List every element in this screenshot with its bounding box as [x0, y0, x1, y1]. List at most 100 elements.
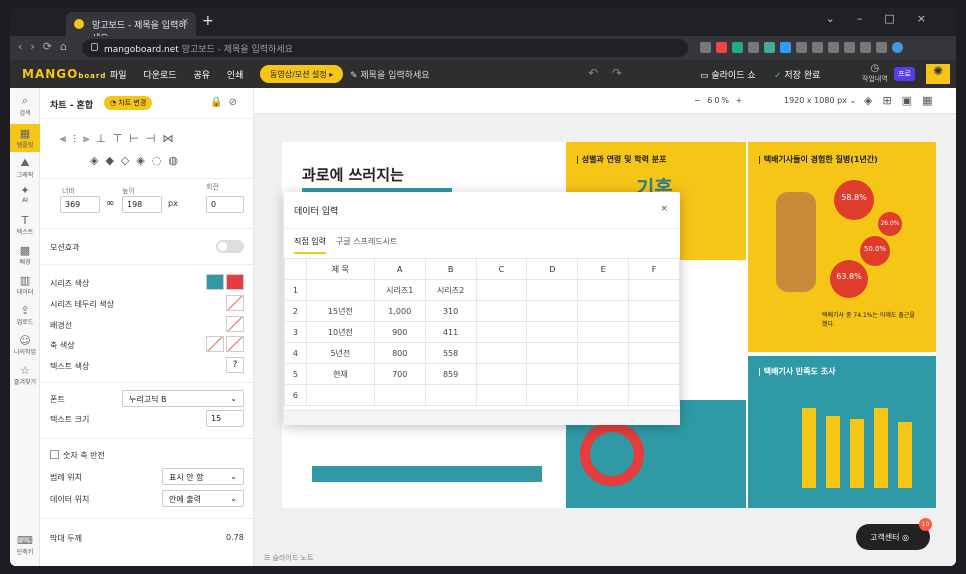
- grid-cell[interactable]: [526, 384, 579, 406]
- background-line-swatch[interactable]: [226, 316, 244, 332]
- grid-cell[interactable]: 411: [424, 321, 477, 343]
- legend-position-select[interactable]: 표시 안 함 ⌄: [162, 468, 244, 485]
- disease-block[interactable]: | 택배기사들이 경험한 질병(1년간) 58.8% 26.0% 50.0% 6…: [748, 142, 936, 352]
- text-color-question[interactable]: ?: [226, 357, 244, 373]
- doc-title-input[interactable]: ✎ 제목을 입력하세요: [350, 68, 430, 81]
- extension-icon[interactable]: [812, 42, 823, 53]
- canvas-size-select[interactable]: 1920 x 1080 px ⌄: [784, 96, 856, 105]
- grid-cell[interactable]: [475, 321, 528, 343]
- menu-share[interactable]: 공유: [193, 71, 210, 81]
- link-icon[interactable]: ∞: [106, 198, 114, 209]
- grid-cell[interactable]: [628, 300, 680, 322]
- grid-cell[interactable]: 15년전: [305, 300, 375, 322]
- grid-cell[interactable]: [424, 384, 477, 406]
- grid-cell[interactable]: [628, 279, 680, 301]
- grid-cell[interactable]: 900: [373, 321, 426, 343]
- grid-cell[interactable]: 현재: [305, 363, 375, 385]
- series2-color-swatch[interactable]: [226, 274, 244, 290]
- rail-background[interactable]: ▩ 배경: [10, 244, 40, 266]
- tab-google-sheet[interactable]: 구글 스프레드시트: [336, 236, 397, 247]
- extension-icon[interactable]: [732, 42, 743, 53]
- grid-cell[interactable]: [475, 300, 528, 322]
- browser-tab[interactable]: 망고보드 - 제목을 입력하세요 ×: [66, 12, 196, 44]
- grid-cell[interactable]: [628, 321, 680, 343]
- mangoboard-logo[interactable]: MANGOboard: [22, 67, 106, 81]
- align-toolbar[interactable]: ⫷⫶⫸⊥⊤⊢⊣⋈: [60, 132, 181, 146]
- grid-cell[interactable]: [305, 279, 375, 301]
- customer-support-button[interactable]: 고객센터 ◎ 10: [856, 518, 932, 550]
- extension-icon[interactable]: [700, 42, 711, 53]
- grid-cell[interactable]: [526, 363, 579, 385]
- dialog-scrollbar[interactable]: [284, 410, 680, 425]
- close-icon[interactable]: ×: [660, 204, 668, 214]
- grid-cell[interactable]: 558: [424, 342, 477, 364]
- grid-cell[interactable]: [526, 321, 579, 343]
- extension-icon[interactable]: [716, 42, 727, 53]
- grid-cell[interactable]: 800: [373, 342, 426, 364]
- rail-shortcuts[interactable]: ⌨ 단축키: [10, 534, 40, 556]
- menu-download[interactable]: 다운로드: [143, 71, 176, 81]
- layer-toolbar[interactable]: ◈◆◇◈◌◍: [90, 154, 185, 167]
- gear-icon[interactable]: ✺: [926, 64, 950, 84]
- undo-redo[interactable]: ↶↷: [588, 66, 636, 80]
- rail-graphic[interactable]: ⛰ 그래픽: [10, 156, 40, 179]
- grid-cell[interactable]: [577, 342, 630, 364]
- tab-direct-input[interactable]: 직접 입력: [294, 236, 326, 254]
- motion-toggle[interactable]: [216, 240, 244, 253]
- extension-icon[interactable]: [748, 42, 759, 53]
- grid-cell[interactable]: [526, 279, 579, 301]
- grid-cell[interactable]: 시리즈2: [424, 279, 477, 301]
- axis-color-swatch[interactable]: [206, 336, 224, 352]
- rail-text[interactable]: T 텍스트: [10, 214, 40, 236]
- grid-cell[interactable]: [628, 342, 680, 364]
- grid-cell[interactable]: [628, 363, 680, 385]
- grid-cell[interactable]: 700: [373, 363, 426, 385]
- rail-template[interactable]: ▦ 템플릿: [10, 124, 40, 152]
- grid-cell[interactable]: [577, 363, 630, 385]
- grid-cell[interactable]: 310: [424, 300, 477, 322]
- grid-cell[interactable]: [373, 384, 426, 406]
- video-motion-button[interactable]: 동영상/모션 설정 ▸: [260, 65, 344, 83]
- panel-lock-icons[interactable]: 🔒⊘: [210, 97, 243, 108]
- rail-mywork[interactable]: ☺ 나의작업: [10, 334, 40, 356]
- grid-cell[interactable]: [305, 384, 375, 406]
- zoom-out-icon[interactable]: −: [694, 96, 707, 105]
- nav-buttons[interactable]: ‹›⟳⌂: [18, 40, 75, 53]
- rail-upload[interactable]: ⇪ 업로드: [10, 304, 40, 326]
- grid-cell[interactable]: [475, 342, 528, 364]
- rail-favorites[interactable]: ☆ 즐겨찾기: [10, 364, 40, 386]
- rotate-input[interactable]: 0: [206, 196, 244, 213]
- series-border-swatch[interactable]: [226, 295, 244, 311]
- slide-notes-button[interactable]: ☰ 슬라이드 노트: [264, 553, 313, 563]
- grid-cell[interactable]: [577, 279, 630, 301]
- view-icons[interactable]: ◈⊞▣▦: [864, 94, 942, 107]
- window-controls[interactable]: ⌄–□×: [826, 12, 948, 25]
- grid-cell[interactable]: 5년전: [305, 342, 375, 364]
- grid-cell[interactable]: [577, 300, 630, 322]
- new-tab-icon[interactable]: +: [202, 13, 214, 29]
- menu-print[interactable]: 인쇄: [227, 71, 244, 81]
- url-field[interactable]: mangoboard.net 망고보드 - 제목을 입력하세요: [82, 39, 688, 57]
- extension-icon[interactable]: [860, 42, 871, 53]
- grid-cell[interactable]: [628, 384, 680, 406]
- rail-search[interactable]: ⌕ 검색: [10, 94, 40, 117]
- width-input[interactable]: 369: [60, 196, 100, 213]
- extension-icon[interactable]: [844, 42, 855, 53]
- grid-cell[interactable]: [475, 384, 528, 406]
- zoom-in-icon[interactable]: +: [731, 96, 744, 105]
- zoom-control[interactable]: − 60% +: [694, 96, 744, 105]
- text-size-input[interactable]: 15: [206, 410, 244, 427]
- grid-cell[interactable]: [577, 321, 630, 343]
- slide-title[interactable]: 과로에 쓰러지는: [302, 164, 404, 185]
- extension-icon[interactable]: [876, 42, 887, 53]
- data-position-select[interactable]: 안에 출력 ⌄: [162, 490, 244, 507]
- extension-icon[interactable]: [828, 42, 839, 53]
- extension-icon[interactable]: [796, 42, 807, 53]
- grid-cell[interactable]: [526, 342, 579, 364]
- profile-avatar-icon[interactable]: [892, 42, 903, 53]
- menu-file[interactable]: 파일: [110, 71, 127, 81]
- extension-icon[interactable]: [780, 42, 791, 53]
- grid-cell[interactable]: [475, 363, 528, 385]
- font-select[interactable]: 누리고딕 B ⌄: [122, 390, 244, 407]
- extension-icons[interactable]: [700, 42, 908, 54]
